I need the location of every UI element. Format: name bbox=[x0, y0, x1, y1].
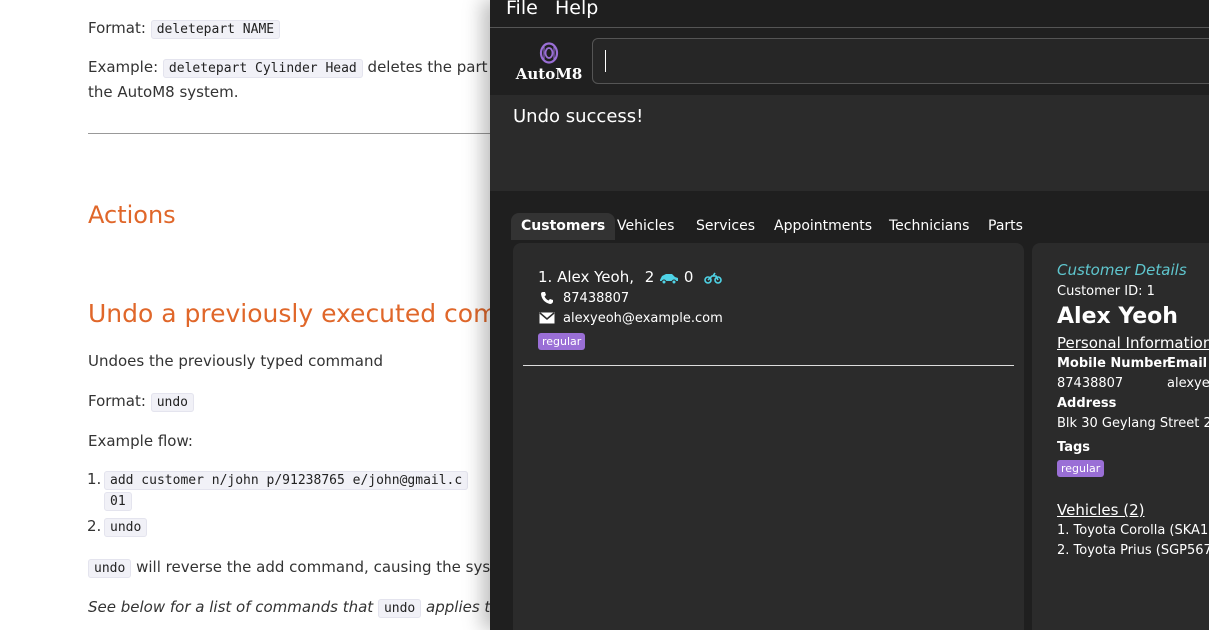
tab-technicians[interactable]: Technicians bbox=[889, 213, 969, 240]
tab-vehicles[interactable]: Vehicles bbox=[617, 213, 674, 240]
app-logo: AutoM8 bbox=[514, 42, 584, 83]
customer-index-name: 1. Alex Yeoh, 2 0 bbox=[538, 268, 723, 286]
format-deletepart: Format: deletepart NAME bbox=[88, 19, 281, 39]
undo-effect-text: undo will reverse the add command, causi… bbox=[88, 558, 520, 578]
section-divider bbox=[88, 133, 508, 134]
details-mobile-value: 87438807 bbox=[1057, 376, 1124, 391]
example-flow-list: 1. add customer n/john p/91238765 e/john… bbox=[87, 470, 469, 537]
customer-email: alexyeoh@example.com bbox=[563, 311, 723, 326]
heading-actions: Actions bbox=[88, 201, 176, 229]
tire-icon bbox=[539, 42, 559, 64]
format-undo: Format: undo bbox=[88, 392, 195, 412]
details-name: Alex Yeoh bbox=[1057, 304, 1178, 329]
menu-help[interactable]: Help bbox=[555, 0, 598, 19]
automate-app-window: File Help AutoM8 Undo success! Customers… bbox=[490, 0, 1209, 630]
details-vehicle-item: 2. Toyota Prius (SGP5678 bbox=[1057, 543, 1209, 558]
example-flow-label: Example flow: bbox=[88, 432, 193, 450]
list-item: 1. add customer n/john p/91238765 e/john… bbox=[87, 470, 469, 511]
text-caret bbox=[605, 50, 606, 72]
example-deletepart-line2: the AutoM8 system. bbox=[88, 83, 239, 101]
command-bar: AutoM8 bbox=[490, 28, 1209, 95]
details-email-label: Email bbox=[1167, 356, 1208, 371]
customer-tag: regular bbox=[538, 333, 586, 350]
email-icon bbox=[539, 312, 555, 324]
tab-parts[interactable]: Parts bbox=[988, 213, 1023, 240]
menu-bar: File Help bbox=[490, 0, 1209, 28]
command-input[interactable] bbox=[592, 38, 1209, 84]
result-message: Undo success! bbox=[513, 106, 644, 127]
logo-text: AutoM8 bbox=[515, 65, 583, 83]
details-email-value: alexyeo bbox=[1167, 376, 1209, 391]
list-item: 2. undo bbox=[87, 517, 468, 537]
details-address-value: Blk 30 Geylang Street 29 bbox=[1057, 416, 1209, 431]
phone-icon bbox=[541, 292, 553, 304]
result-display: Undo success! bbox=[490, 95, 1209, 191]
see-below-text: See below for a list of commands that un… bbox=[88, 598, 500, 618]
example-deletepart: Example: deletepart Cylinder Head delete… bbox=[88, 58, 498, 78]
details-title: Customer Details bbox=[1057, 261, 1187, 279]
details-address-label: Address bbox=[1057, 396, 1117, 411]
customer-details-panel: Customer Details Customer ID: 1 Alex Yeo… bbox=[1032, 243, 1209, 630]
customer-list: 1. Alex Yeoh, 2 0 87438807 alexyeoh@exam… bbox=[513, 243, 1024, 630]
menu-file[interactable]: File bbox=[506, 0, 538, 19]
car-icon bbox=[660, 273, 679, 284]
motorcycle-icon bbox=[704, 272, 723, 284]
details-mobile-label: Mobile Number bbox=[1057, 356, 1169, 371]
card-separator bbox=[523, 365, 1014, 366]
details-tags-label: Tags bbox=[1057, 440, 1091, 455]
list-item[interactable]: 1. Alex Yeoh, 2 0 87438807 alexyeoh@exam… bbox=[513, 243, 1024, 365]
customer-phone: 87438807 bbox=[563, 291, 630, 306]
details-customer-id: Customer ID: 1 bbox=[1057, 284, 1155, 299]
details-tag: regular bbox=[1057, 460, 1105, 477]
undo-description: Undoes the previously typed command bbox=[88, 352, 383, 370]
details-vehicles-label: Vehicles (2) bbox=[1057, 501, 1145, 519]
tab-services[interactable]: Services bbox=[696, 213, 755, 240]
tab-appointments[interactable]: Appointments bbox=[774, 213, 872, 240]
heading-undo: Undo a previously executed comma bbox=[88, 299, 538, 328]
details-personal-info: Personal Information bbox=[1057, 334, 1209, 352]
tab-area: Customers Vehicles Services Appointments… bbox=[490, 197, 1209, 630]
details-vehicle-item: 1. Toyota Corolla (SKA12 bbox=[1057, 523, 1209, 538]
tab-customers[interactable]: Customers bbox=[511, 213, 616, 240]
